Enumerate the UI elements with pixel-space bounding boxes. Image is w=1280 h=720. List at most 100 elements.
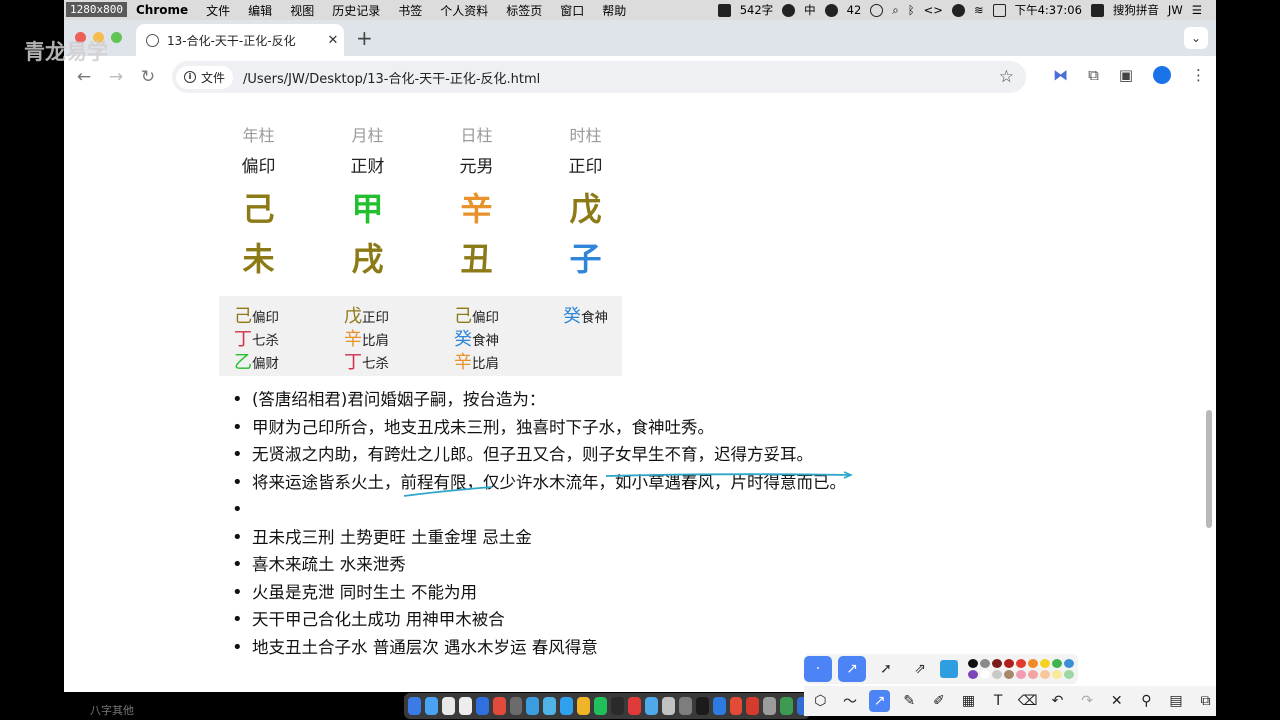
sogou-icon[interactable]	[1090, 3, 1104, 17]
color-swatch[interactable]	[1016, 659, 1026, 668]
menu-edit[interactable]: 编辑	[239, 2, 281, 19]
text-tool-icon[interactable]: T	[988, 690, 1009, 712]
color-swatch[interactable]	[1040, 670, 1050, 679]
color-swatch[interactable]	[1016, 670, 1026, 679]
mosaic-icon[interactable]: ▦	[958, 690, 979, 712]
color-swatch[interactable]	[1004, 659, 1014, 668]
color-swatch[interactable]	[1052, 659, 1062, 668]
input-method-indicator[interactable]: 中	[804, 2, 816, 18]
color-swatch[interactable]	[1040, 659, 1050, 668]
bluetooth-icon[interactable]: ᛒ	[908, 3, 915, 17]
dot-tool-icon[interactable]: ·	[804, 656, 832, 682]
dock-app-icon[interactable]	[611, 697, 624, 715]
extension-icon[interactable]: ⧓	[1053, 66, 1068, 84]
dock-app-icon[interactable]	[526, 697, 540, 715]
highlighter-icon[interactable]: ✐	[929, 690, 950, 712]
dock-app-icon[interactable]	[644, 697, 658, 715]
arrow-icon[interactable]: ↗	[869, 690, 890, 712]
arrow-outline-icon[interactable]: ⇗	[906, 656, 934, 682]
dock-app-icon[interactable]	[441, 697, 455, 715]
color-swatch[interactable]	[1064, 670, 1074, 679]
menu-tabs[interactable]: 标签页	[497, 2, 551, 19]
menu-bookmarks[interactable]: 书签	[389, 2, 431, 19]
menu-help[interactable]: 帮助	[593, 2, 635, 19]
freehand-icon[interactable]: 〜	[840, 690, 861, 712]
shapes-icon[interactable]: ⬡	[810, 690, 831, 712]
dock-app-icon[interactable]	[424, 697, 438, 715]
dock-app-icon[interactable]	[729, 697, 743, 715]
address-bar[interactable]: i 文件 /Users/JW/Desktop/13-合化-天干-正化-反化.ht…	[172, 61, 1026, 93]
reload-button[interactable]: ↻	[132, 67, 164, 87]
color-swatch[interactable]	[968, 659, 978, 668]
wechat-icon[interactable]	[824, 3, 838, 17]
zoom-window-button[interactable]	[111, 32, 122, 43]
dock-app-icon[interactable]	[492, 697, 506, 715]
dock-app-icon[interactable]	[408, 697, 421, 715]
pin-icon[interactable]: ⚲	[1136, 690, 1157, 712]
battery-icon[interactable]	[992, 3, 1006, 17]
dock-app-icon[interactable]	[475, 697, 489, 715]
dock-app-icon[interactable]	[543, 697, 557, 715]
menu-file[interactable]: 文件	[197, 2, 239, 19]
extensions-puzzle-icon[interactable]: ⧉	[1088, 66, 1099, 84]
code-icon[interactable]: <>	[924, 3, 943, 17]
site-info-chip[interactable]: i 文件	[176, 65, 234, 89]
redo-icon[interactable]: ↷	[1077, 690, 1098, 712]
dock-app-icon[interactable]	[509, 697, 523, 715]
color-swatch[interactable]	[1052, 670, 1062, 679]
current-color-swatch[interactable]	[940, 660, 958, 678]
profile-avatar[interactable]	[1153, 66, 1171, 84]
menu-history[interactable]: 历史记录	[323, 2, 389, 19]
arrow-tool-icon[interactable]: ↗	[838, 656, 866, 682]
color-swatch[interactable]	[1064, 659, 1074, 668]
scrollbar-thumb[interactable]	[1206, 410, 1212, 528]
clock-icon[interactable]	[870, 3, 884, 17]
side-panel-icon[interactable]: ▣	[1119, 66, 1133, 84]
color-swatch[interactable]	[980, 670, 990, 679]
color-swatch[interactable]	[992, 659, 1002, 668]
dock-app-icon[interactable]	[712, 697, 726, 715]
close-tab-icon[interactable]: ✕	[322, 33, 344, 48]
microphone-icon[interactable]	[782, 3, 796, 17]
user-name[interactable]: JW	[1168, 3, 1183, 17]
dock-app-icon[interactable]	[678, 697, 692, 715]
dock-app-icon[interactable]	[577, 697, 591, 715]
eraser-icon[interactable]: ⌫	[1017, 690, 1038, 712]
new-tab-button[interactable]: +	[356, 26, 373, 50]
search-icon[interactable]: ⌕	[892, 3, 898, 18]
dock-app-icon[interactable]	[627, 697, 641, 715]
dock-app-icon[interactable]	[661, 697, 675, 715]
dock-app-icon[interactable]	[780, 697, 794, 715]
copy-icon[interactable]: ⧉	[1195, 690, 1216, 712]
forward-button[interactable]: →	[100, 67, 132, 87]
dock-app-icon[interactable]	[695, 697, 709, 715]
url-text[interactable]: /Users/JW/Desktop/13-合化-天干-正化-反化.html	[243, 68, 540, 87]
menu-window[interactable]: 窗口	[551, 2, 593, 19]
tab-search-button[interactable]: ⌄	[1184, 27, 1208, 49]
color-swatch[interactable]	[1028, 670, 1038, 679]
dock-app-icon[interactable]	[763, 697, 777, 715]
color-swatch[interactable]	[1028, 659, 1038, 668]
color-swatch[interactable]	[968, 670, 978, 679]
more-menu-icon[interactable]: ⋮	[1191, 66, 1206, 84]
bookmark-star-icon[interactable]: ☆	[999, 67, 1014, 87]
control-center-icon[interactable]: ☰	[1192, 3, 1202, 17]
color-swatch[interactable]	[1004, 670, 1014, 679]
menu-view[interactable]: 视图	[281, 2, 323, 19]
close-icon[interactable]: ✕	[1106, 690, 1127, 712]
ime-name[interactable]: 搜狗拼音	[1113, 2, 1159, 18]
dock-app-icon[interactable]	[746, 697, 760, 715]
arrow-solid-icon[interactable]: ➚	[872, 656, 900, 682]
network-icon[interactable]	[951, 3, 965, 17]
dock-app-icon[interactable]	[560, 697, 574, 715]
wifi-icon[interactable]: ≋	[974, 3, 984, 17]
dock-app-icon[interactable]	[458, 697, 472, 715]
pen-icon[interactable]: ✎	[899, 690, 920, 712]
undo-icon[interactable]: ↶	[1047, 690, 1068, 712]
color-swatch[interactable]	[992, 670, 1002, 679]
tab-active[interactable]: 13-合化-天干-正化-反化 ✕	[136, 24, 344, 56]
dock-app-icon[interactable]	[594, 697, 608, 715]
save-icon[interactable]: ▤	[1166, 690, 1187, 712]
clock-time[interactable]: 下午4:37:06	[1015, 2, 1082, 18]
color-swatch[interactable]	[980, 659, 990, 668]
